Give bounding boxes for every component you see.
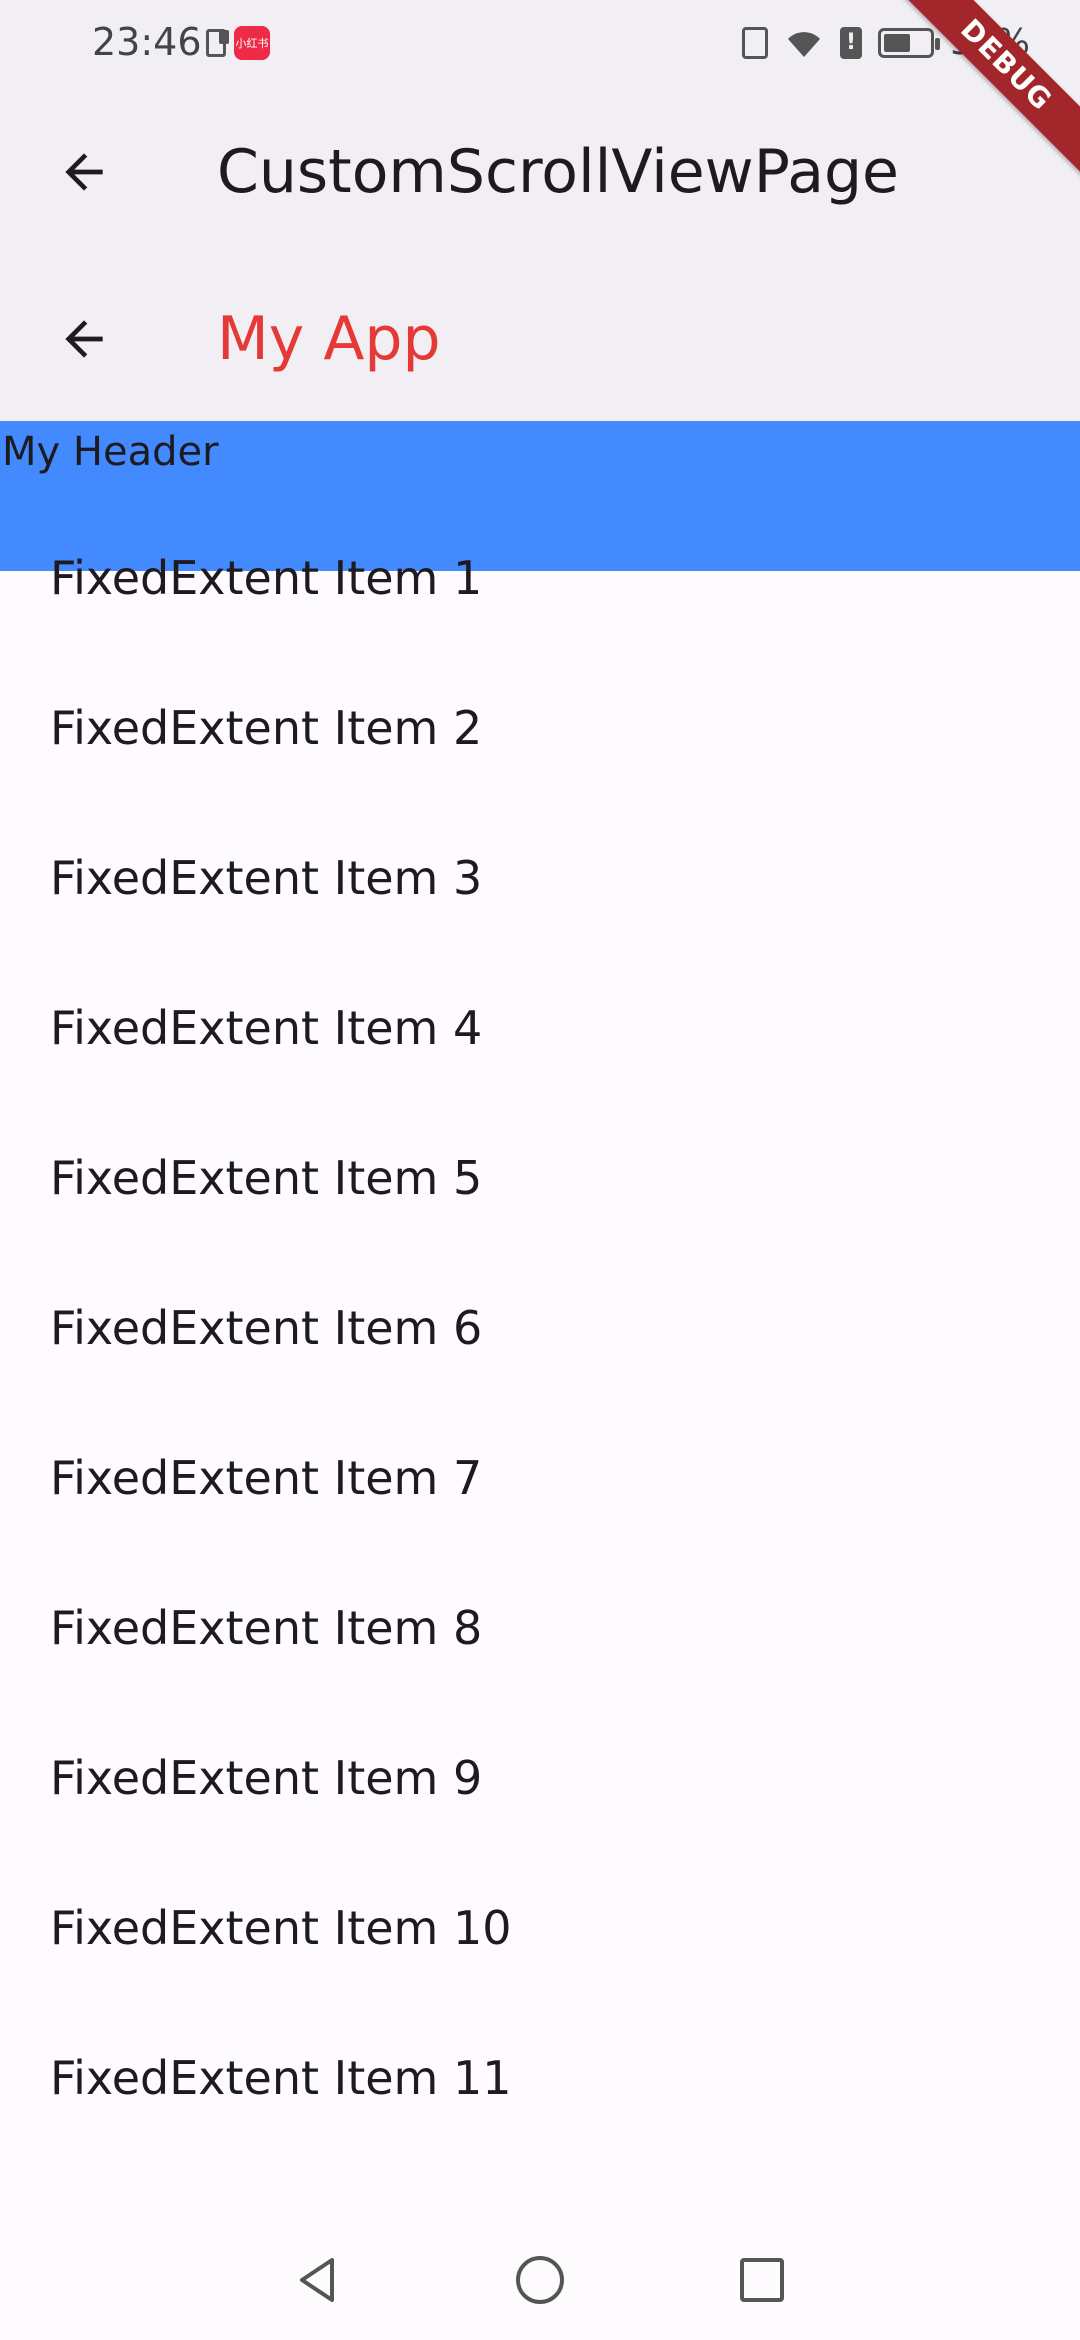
back-button[interactable] xyxy=(44,132,124,212)
nav-back-icon[interactable] xyxy=(292,2254,344,2306)
list-item-label: FixedExtent Item 9 xyxy=(50,1751,483,1805)
nav-home-icon[interactable] xyxy=(514,2254,566,2306)
list-item[interactable]: FixedExtent Item 5 xyxy=(0,1151,1080,1301)
list-item[interactable]: FixedExtent Item 3 xyxy=(0,851,1080,1001)
list-item-label: FixedExtent Item 7 xyxy=(50,1451,483,1505)
list-item[interactable]: FixedExtent Item 11 xyxy=(0,2051,1080,2201)
status-time: 23:46 xyxy=(92,20,202,64)
list-item[interactable]: FixedExtent Item 1 xyxy=(0,551,1080,701)
wifi-icon xyxy=(784,27,824,59)
list-item[interactable]: FixedExtent Item 8 xyxy=(0,1601,1080,1751)
list-item-label: FixedExtent Item 4 xyxy=(50,1001,483,1055)
list-item[interactable]: FixedExtent Item 10 xyxy=(0,1901,1080,2051)
list-item-label: FixedExtent Item 11 xyxy=(50,2051,512,2105)
list-item[interactable]: FixedExtent Item 7 xyxy=(0,1451,1080,1601)
list-item-label: FixedExtent Item 1 xyxy=(50,551,483,605)
list-item-label: FixedExtent Item 3 xyxy=(50,851,483,905)
list-item-label: FixedExtent Item 2 xyxy=(50,701,483,755)
sliver-title: My App xyxy=(217,304,441,374)
alert-icon: ! xyxy=(839,26,862,59)
list-item-label: FixedExtent Item 8 xyxy=(50,1601,483,1655)
status-bar: 23:46 小红书 ! 55% xyxy=(0,0,1080,88)
arrow-left-icon xyxy=(65,153,103,191)
list-item[interactable]: FixedExtent Item 4 xyxy=(0,1001,1080,1151)
app-notification-icon: 小红书 xyxy=(234,26,270,60)
header-text: My Header xyxy=(2,429,219,475)
list-item[interactable]: FixedExtent Item 9 xyxy=(0,1751,1080,1901)
sim-icon xyxy=(206,29,229,57)
sliver-back-button[interactable] xyxy=(44,299,124,379)
status-notification-icons: 小红书 xyxy=(206,26,270,60)
system-nav-bar xyxy=(0,2220,1080,2340)
battery-icon xyxy=(877,27,940,58)
list-item[interactable]: FixedExtent Item 6 xyxy=(0,1301,1080,1451)
primary-app-bar: CustomScrollViewPage xyxy=(0,88,1080,256)
page-title: CustomScrollViewPage xyxy=(217,137,899,207)
list-item-label: FixedExtent Item 5 xyxy=(50,1151,483,1205)
my-header: My Header xyxy=(0,421,1080,571)
list-item-label: FixedExtent Item 6 xyxy=(50,1301,483,1355)
sliver-app-bar: My App xyxy=(0,256,1080,422)
arrow-left-icon xyxy=(65,320,103,358)
nav-recents-icon[interactable] xyxy=(736,2254,788,2306)
list-item-label: FixedExtent Item 10 xyxy=(50,1901,512,1955)
list-item[interactable]: FixedExtent Item 2 xyxy=(0,701,1080,851)
vibrate-icon xyxy=(741,26,768,59)
fixed-extent-list[interactable]: FixedExtent Item 1 FixedExtent Item 2 Fi… xyxy=(0,551,1080,2201)
